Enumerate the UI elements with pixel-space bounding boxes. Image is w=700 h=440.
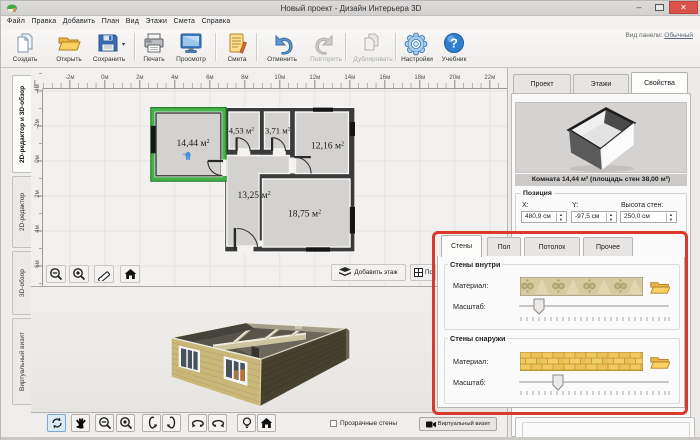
svg-text:10м: 10м (274, 75, 285, 81)
svg-text:0м: 0м (35, 155, 41, 162)
svg-text:14м: 14м (344, 75, 355, 81)
svg-text:6м: 6м (206, 75, 213, 81)
svg-text:2м: 2м (35, 190, 41, 197)
svg-text:0м: 0м (101, 75, 108, 81)
svg-text:?: ? (450, 36, 458, 51)
svg-text:8м: 8м (241, 75, 248, 81)
svg-text:4м: 4м (171, 75, 178, 81)
svg-text:6м: 6м (35, 260, 41, 267)
svg-text:14,44 м2: 14,44 м2 (177, 138, 210, 149)
svg-text:22м: 22м (484, 75, 495, 81)
svg-text:4м: 4м (35, 225, 41, 232)
svg-text:12,16 м2: 12,16 м2 (311, 141, 344, 152)
svg-text:20м: 20м (449, 75, 460, 81)
svg-text:-4м: -4м (35, 84, 41, 93)
svg-text:4,53 м2: 4,53 м2 (229, 126, 255, 136)
svg-text:18м: 18м (414, 75, 425, 81)
svg-text:12м: 12м (309, 75, 320, 81)
svg-text:3,71 м2: 3,71 м2 (265, 126, 291, 136)
svg-text:-2м: -2м (65, 75, 74, 81)
svg-text:-2м: -2м (35, 119, 41, 128)
svg-text:2м: 2м (136, 75, 143, 81)
svg-text:16м: 16м (379, 75, 390, 81)
svg-text:18,75 м2: 18,75 м2 (288, 209, 321, 220)
svg-text:13,25 м2: 13,25 м2 (238, 190, 271, 201)
